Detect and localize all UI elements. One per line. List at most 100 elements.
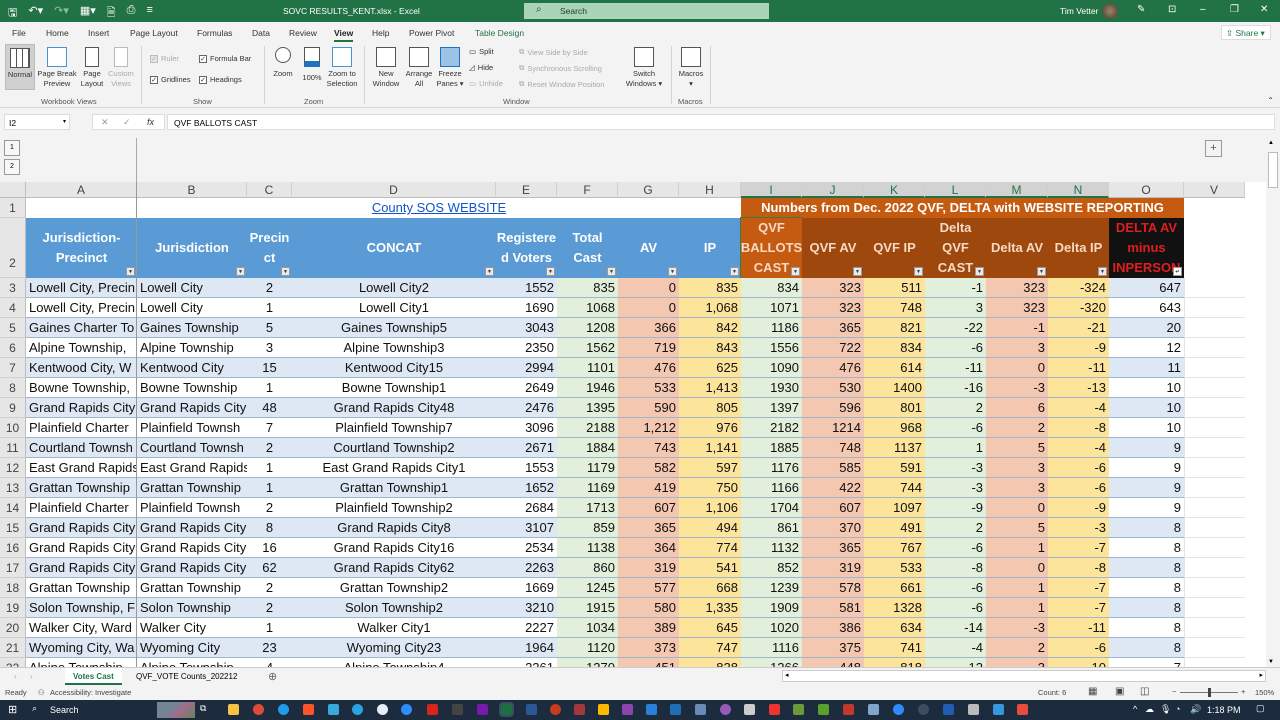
task-view-icon[interactable]: ⧉ [200, 703, 206, 714]
table-cell-d[interactable]: Courtland Township2 [292, 438, 496, 458]
table-cell-m[interactable]: 0 [986, 498, 1048, 518]
volume-icon[interactable]: 🔊 [1190, 704, 1201, 715]
table-cell-e[interactable]: 2476 [496, 398, 557, 418]
table-cell-j[interactable]: 448 [802, 658, 864, 667]
table-cell-a[interactable]: Grand Rapids City [26, 538, 137, 558]
table-cell-l[interactable]: -3 [925, 478, 986, 498]
table-cell-g[interactable]: 451 [618, 658, 679, 667]
table-cell-k[interactable]: 834 [864, 338, 925, 358]
app-icon[interactable] [968, 704, 979, 715]
table-cell-a[interactable]: Solon Township, F [26, 598, 137, 618]
table-cell-c[interactable]: 5 [247, 318, 292, 338]
table-cell-l[interactable]: -12 [925, 658, 986, 667]
row-header[interactable]: 22 [0, 658, 26, 667]
table-cell-b[interactable]: Grattan Township [137, 478, 247, 498]
brave-icon[interactable] [303, 704, 314, 715]
select-all-button[interactable] [0, 182, 26, 198]
insert-function-icon[interactable]: fx [147, 117, 154, 127]
table-cell-i[interactable]: 1090 [741, 358, 802, 378]
table-cell-i[interactable]: 1020 [741, 618, 802, 638]
table-cell-c[interactable]: 2 [247, 598, 292, 618]
table-cell-b[interactable]: Lowell City [137, 278, 247, 298]
table-cell-h[interactable]: 750 [679, 478, 741, 498]
table-cell-f[interactable]: 859 [557, 518, 618, 538]
table-cell-d[interactable]: Lowell City1 [292, 298, 496, 318]
filter-dropdown-icon[interactable]: ▼ [126, 267, 135, 276]
table-cell-e[interactable]: 1669 [496, 578, 557, 598]
table-cell-e[interactable]: 2671 [496, 438, 557, 458]
table-cell-m[interactable]: -1 [986, 318, 1048, 338]
table-cell-l[interactable]: -14 [925, 618, 986, 638]
column-header-a[interactable]: A [26, 182, 137, 198]
table-cell-o[interactable]: 9 [1109, 478, 1184, 498]
table-cell-n[interactable]: -7 [1048, 538, 1109, 558]
table-cell-i[interactable]: 1266 [741, 658, 802, 667]
row-header[interactable]: 4 [0, 298, 26, 318]
table-cell-f[interactable]: 1245 [557, 578, 618, 598]
table-cell-a[interactable]: Alpine Township, [26, 338, 137, 358]
table-cell-f[interactable]: 1884 [557, 438, 618, 458]
table-cell-h[interactable]: 747 [679, 638, 741, 658]
table-cell-k[interactable]: 591 [864, 458, 925, 478]
header-delta-ip[interactable]: Delta IP ▼ [1048, 218, 1109, 278]
scroll-right-icon[interactable]: ▸ [1259, 671, 1263, 679]
tab-home[interactable]: Home [46, 28, 69, 38]
filter-dropdown-icon[interactable]: ▼ [607, 267, 616, 276]
scroll-up-icon[interactable]: ▲ [1268, 140, 1274, 146]
table-cell-b[interactable]: Grand Rapids City [137, 518, 247, 538]
table-cell-b[interactable]: East Grand Rapids [137, 458, 247, 478]
table-cell-c[interactable]: 2 [247, 578, 292, 598]
table-cell-c[interactable]: 1 [247, 618, 292, 638]
powerpoint-icon[interactable] [550, 704, 561, 715]
table-cell-v[interactable] [1184, 338, 1245, 358]
table-cell-m[interactable]: 323 [986, 278, 1048, 298]
unhide-button[interactable]: ▭ Unhide [469, 79, 503, 88]
accessibility-status[interactable]: Accessibility: Investigate [50, 688, 131, 697]
table-cell-b[interactable]: Courtland Townsh [137, 438, 247, 458]
table-cell-l[interactable]: -22 [925, 318, 986, 338]
tab-data[interactable]: Data [252, 28, 270, 38]
filter-dropdown-icon[interactable]: ▼ [975, 267, 984, 276]
column-header-h[interactable]: H [679, 182, 741, 198]
zoom-100-button[interactable]: 100% [300, 47, 324, 83]
scroll-left-icon[interactable]: ◂ [785, 671, 789, 679]
table-cell-c[interactable]: 3 [247, 338, 292, 358]
save-icon[interactable]: 🖫 [8, 4, 17, 23]
table-cell-f[interactable]: 860 [557, 558, 618, 578]
table-cell-k[interactable]: 821 [864, 318, 925, 338]
table-cell-v[interactable] [1184, 378, 1245, 398]
table-cell-o[interactable]: 7 [1109, 658, 1184, 667]
filter-dropdown-icon[interactable]: ▼ [546, 267, 555, 276]
column-header-o[interactable]: O [1109, 182, 1184, 198]
table-cell-v[interactable] [1184, 538, 1245, 558]
row-header[interactable]: 9 [0, 398, 26, 418]
table-cell-h[interactable]: 805 [679, 398, 741, 418]
new-window-button[interactable]: New Window [370, 47, 402, 89]
table-cell-m[interactable]: 2 [986, 418, 1048, 438]
table-cell-v[interactable] [1184, 318, 1245, 338]
row-header[interactable]: 6 [0, 338, 26, 358]
table-cell-d[interactable]: Gaines Township5 [292, 318, 496, 338]
row-header[interactable]: 12 [0, 458, 26, 478]
table-cell-d[interactable]: Grand Rapids City62 [292, 558, 496, 578]
filter-dropdown-icon[interactable]: ▼ [853, 267, 862, 276]
table-cell-j[interactable]: 323 [802, 298, 864, 318]
column-header-m[interactable]: M [986, 182, 1048, 198]
row-header[interactable]: 2 [0, 218, 26, 278]
table-cell-a[interactable]: Plainfield Charter [26, 498, 137, 518]
table-cell-m[interactable]: 1 [986, 598, 1048, 618]
table-cell-c[interactable]: 23 [247, 638, 292, 658]
filter-dropdown-icon[interactable]: ▼ [791, 267, 800, 276]
table-cell-o[interactable]: 8 [1109, 578, 1184, 598]
table-cell-h[interactable]: 1,106 [679, 498, 741, 518]
table-cell-k[interactable]: 748 [864, 298, 925, 318]
collapse-ribbon-icon[interactable]: ⌃ [1267, 96, 1274, 105]
table-cell-c[interactable]: 2 [247, 498, 292, 518]
horizontal-scrollbar[interactable]: ◂ ▸ [782, 670, 1266, 682]
table-cell-d[interactable]: Alpine Township4 [292, 658, 496, 667]
synchronous-scrolling-button[interactable]: ⧉ Synchronous Scrolling [519, 63, 602, 73]
table-cell-j[interactable]: 585 [802, 458, 864, 478]
column-header-e[interactable]: E [496, 182, 557, 198]
table-cell-j[interactable]: 578 [802, 578, 864, 598]
table-cell-e[interactable]: 1552 [496, 278, 557, 298]
